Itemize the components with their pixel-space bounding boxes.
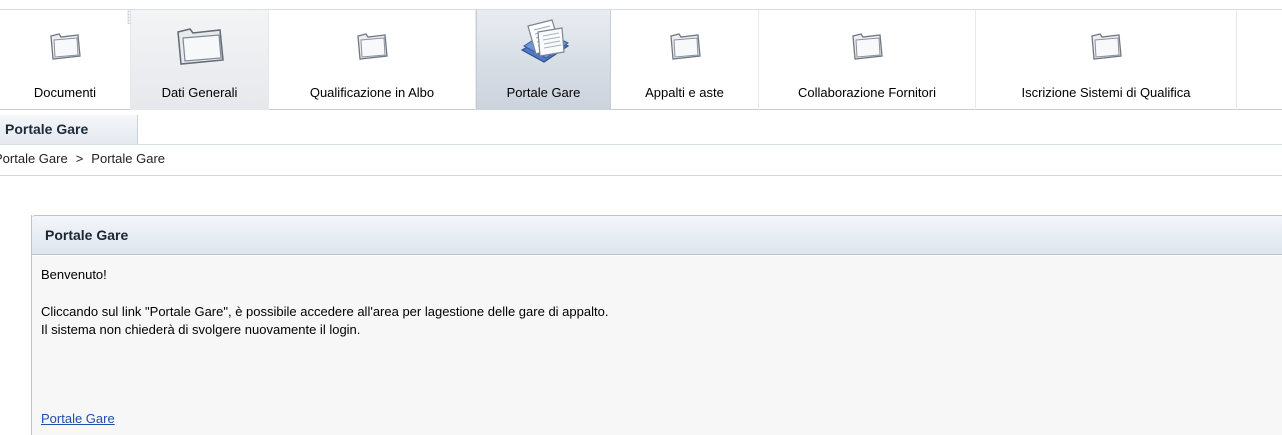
top-navigation: Documenti Dati Generali Qualificazione i… <box>0 9 1282 110</box>
tab-label: Portale Gare <box>506 85 581 100</box>
tab-collaborazione-fornitori[interactable]: Collaborazione Fornitori <box>759 10 976 110</box>
tab-label: Collaborazione Fornitori <box>797 85 936 100</box>
documents-icon <box>514 16 574 75</box>
breadcrumb-item[interactable]: Portale Gare <box>0 151 68 166</box>
breadcrumb: Portale Gare > Portale Gare <box>0 146 1282 176</box>
folder-icon <box>352 24 392 67</box>
subtab-portale-gare[interactable]: Portale Gare <box>0 115 138 144</box>
folder-icon <box>45 24 85 67</box>
tab-label: Qualificazione in Albo <box>309 85 435 100</box>
portale-gare-link[interactable]: Portale Gare <box>41 411 115 426</box>
panel-header: Portale Gare <box>32 215 1282 255</box>
tab-appalti-e-aste[interactable]: Appalti e aste <box>611 10 759 110</box>
tab-qualificazione-in-albo[interactable]: Qualificazione in Albo <box>269 10 476 110</box>
folder-icon <box>847 24 887 67</box>
breadcrumb-separator: > <box>75 151 84 166</box>
tab-label: Dati Generali <box>161 85 238 100</box>
info-text-line-1: Cliccando sul link "Portale Gare", è pos… <box>41 304 609 319</box>
panel-body: Benvenuto! Cliccando sul link "Portale G… <box>32 256 1282 435</box>
panel-title: Portale Gare <box>45 227 129 243</box>
tab-label: Appalti e aste <box>645 85 724 100</box>
content-panel: Portale Gare Benvenuto! Cliccando sul li… <box>31 215 1282 435</box>
secondary-navigation: Portale Gare <box>0 111 1282 145</box>
tab-dati-generali[interactable]: Dati Generali <box>131 10 269 110</box>
folder-icon <box>172 20 228 71</box>
welcome-text: Benvenuto! <box>41 267 107 282</box>
breadcrumb-item: Portale Gare <box>91 151 165 166</box>
folder-icon <box>665 24 705 67</box>
tab-iscrizione-sistemi-di-qualifica[interactable]: Iscrizione Sistemi di Qualifica <box>976 10 1237 110</box>
tab-label: Iscrizione Sistemi di Qualifica <box>1021 85 1191 100</box>
tab-portale-gare[interactable]: Portale Gare <box>476 10 611 110</box>
tab-documenti[interactable]: Documenti <box>0 10 131 110</box>
tab-label: Documenti <box>33 85 97 100</box>
folder-icon <box>1086 24 1126 67</box>
info-text-line-2: Il sistema non chiederà di svolgere nuov… <box>41 322 361 337</box>
